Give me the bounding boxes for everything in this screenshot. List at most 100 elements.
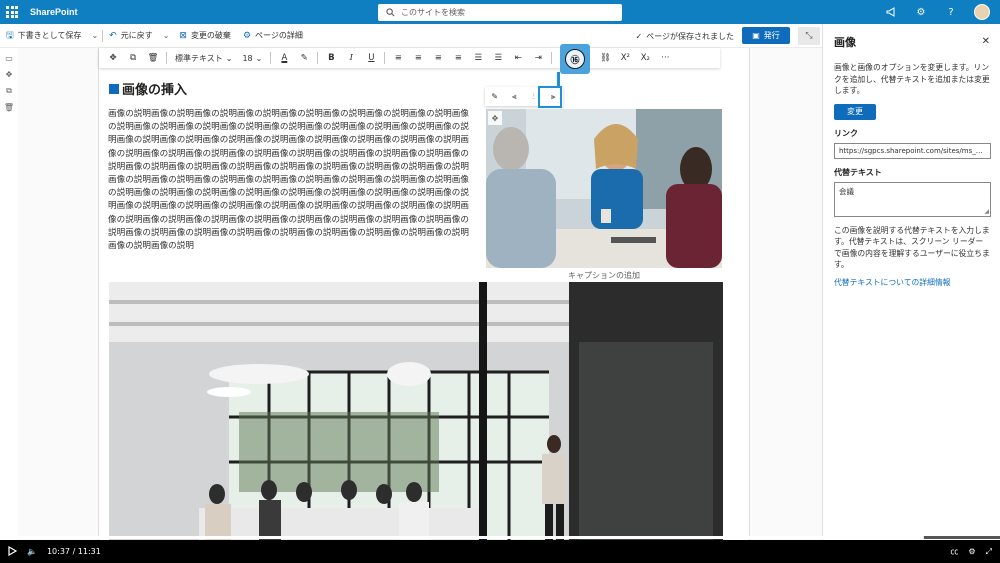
align-right-icon[interactable]: ≡ — [428, 48, 448, 68]
play-icon[interactable] — [8, 545, 18, 558]
chevron-down-icon: ⌄ — [255, 53, 263, 63]
resize-grip-icon[interactable]: ◢ — [984, 208, 989, 215]
highlight-color-icon[interactable]: ✎ — [294, 48, 314, 68]
pane-description: 画像と画像のオプションを変更します。リンクを追加し、代替テキストを追加または変更… — [834, 63, 990, 95]
font-size-dropdown[interactable]: 18 ⌄ — [237, 54, 267, 63]
video-progress-bar[interactable] — [0, 534, 1000, 541]
pane-title: 画像 — [834, 36, 856, 49]
section-heading[interactable]: 画像の挿入 — [109, 79, 187, 98]
image-caption[interactable]: キャプションの追加 — [486, 270, 722, 281]
numbered-list-icon[interactable]: ☰ — [488, 48, 508, 68]
collapse-icon[interactable]: ⤡ — [798, 27, 820, 45]
bullet-list-icon[interactable]: ☰ — [468, 48, 488, 68]
alt-text-help: この画像を説明する代替テキストを入力します。代替テキストは、スクリーン リーダー… — [834, 225, 990, 270]
unlink-icon[interactable]: ⛓ — [595, 48, 615, 68]
bold-icon[interactable]: B — [321, 48, 341, 68]
fullscreen-icon[interactable]: ⤢ — [986, 547, 992, 557]
video-time: 10:37 / 11:31 — [46, 547, 101, 556]
edit-pencil-icon[interactable]: ✎ — [487, 89, 503, 105]
superscript-icon[interactable]: X² — [615, 48, 635, 68]
divider — [270, 52, 272, 64]
align-left-icon[interactable]: ≡ — [388, 48, 408, 68]
chevron-down-icon: ⌄ — [225, 53, 233, 63]
decrease-indent-icon[interactable]: ⇤ — [508, 48, 528, 68]
meeting-photo[interactable] — [486, 109, 722, 268]
subscript-icon[interactable]: X₂ — [635, 48, 655, 68]
save-status-text: ページが保存されました — [646, 31, 734, 41]
callout-pointer — [557, 72, 560, 86]
heading-marker — [109, 83, 119, 94]
divider — [551, 52, 553, 64]
save-status: ✓ ページが保存されました — [635, 24, 734, 48]
publish-button[interactable]: ▣ 発行 — [742, 27, 790, 44]
step-number: ⑯ — [565, 49, 585, 69]
align-center-icon[interactable]: ≡ — [408, 48, 428, 68]
align-left-image-icon[interactable]: ⫷ — [506, 89, 522, 105]
megaphone-icon[interactable] — [884, 5, 898, 19]
app-launcher-icon[interactable] — [0, 0, 24, 24]
duplicate-icon[interactable]: ⧉ — [123, 48, 143, 68]
undo-icon: ↶ — [109, 30, 117, 41]
checkmark-icon: ✓ — [635, 31, 643, 41]
help-icon[interactable]: ? — [944, 5, 958, 19]
edit-section-icon[interactable]: ▭ — [5, 54, 13, 63]
duplicate-section-icon[interactable]: ⧉ — [6, 86, 12, 96]
save-dropdown-chevron-icon[interactable]: ⌄ — [87, 24, 102, 48]
close-icon[interactable]: ✕ — [982, 36, 990, 47]
font-size-value: 18 — [242, 53, 253, 63]
discard-label: 変更の破棄 — [190, 31, 231, 40]
search-icon — [386, 8, 395, 17]
delete-icon[interactable]: 🗑 — [143, 48, 163, 68]
heading-text: 画像の挿入 — [122, 83, 188, 98]
alt-text-value: 会議 — [839, 186, 854, 196]
settings-icon[interactable]: ⚙ — [968, 547, 975, 556]
more-options-icon[interactable]: ··· — [655, 48, 675, 68]
publish-label: 発行 — [763, 31, 780, 40]
save-icon: 🖫 — [6, 30, 14, 41]
search-input[interactable]: このサイトを検索 — [378, 4, 622, 21]
move-section-icon[interactable]: ✥ — [6, 70, 13, 79]
page-details-label: ページの詳細 — [255, 31, 303, 40]
gear-icon: ⚙ — [242, 30, 252, 41]
style-value: 標準テキスト — [175, 53, 223, 63]
link-field[interactable]: https://sgpcs.sharepoint.com/sites/ms_na… — [834, 142, 991, 159]
command-bar: 🖫 下書きとして保存 ⌄ ↶ 元に戻す ⌄ ⊠ 変更の破棄 ⚙ ページの詳細 ✓… — [0, 24, 822, 48]
divider — [166, 52, 167, 64]
section-toolbar: ▭ ✥ ⧉ 🗑 — [0, 48, 18, 540]
office-photo[interactable] — [109, 282, 723, 540]
format-toolbar: ✥ ⧉ 🗑 標準テキスト ⌄ 18 ⌄ A ✎ B I U ≡ ≡ ≡ ≡ ☰ ☰ … — [99, 48, 720, 68]
step-callout: ⑯ — [560, 44, 590, 74]
page-details-button[interactable]: ⚙ ページの詳細 — [237, 24, 309, 48]
italic-icon[interactable]: I — [341, 48, 361, 68]
save-draft-label: 下書きとして保存 — [17, 31, 82, 40]
video-controls: 🔈 10:37 / 11:31 ㏄ ⚙ ⤢ — [0, 540, 1000, 563]
avatar[interactable] — [974, 4, 990, 20]
increase-indent-icon[interactable]: ⇥ — [528, 48, 548, 68]
justify-icon[interactable]: ≡ — [448, 48, 468, 68]
alt-text-field[interactable]: 会議 ◢ — [834, 181, 991, 217]
undo-button[interactable]: ↶ 元に戻す — [103, 24, 159, 48]
underline-icon[interactable]: U — [361, 48, 381, 68]
app-title[interactable]: SharePoint — [30, 7, 78, 17]
font-color-icon[interactable]: A — [274, 48, 294, 68]
discard-icon: ⊠ — [179, 30, 187, 41]
move-image-icon[interactable]: ✥ — [488, 111, 502, 125]
divider — [384, 52, 386, 64]
volume-icon[interactable]: 🔈 — [27, 547, 37, 556]
link-label: リンク — [834, 128, 858, 138]
video-progress-fill — [0, 536, 920, 539]
captions-icon[interactable]: ㏄ — [950, 546, 958, 557]
discard-changes-button[interactable]: ⊠ 変更の破棄 — [173, 24, 237, 48]
alt-text-learn-more-link[interactable]: 代替テキストについての詳細情報 — [834, 277, 990, 288]
save-draft-button[interactable]: 🖫 下書きとして保存 — [0, 24, 87, 48]
suite-bar: SharePoint このサイトを検索 ⚙ ? — [0, 0, 1000, 24]
change-image-button[interactable]: 変更 — [834, 103, 876, 120]
publish-icon: ▣ — [752, 31, 760, 40]
body-paragraph[interactable]: 画像の説明画像の説明画像の説明画像の説明画像の説明画像の説明画像の説明画像の説明… — [108, 108, 474, 253]
alt-text-label: 代替テキスト — [834, 167, 882, 177]
delete-section-icon[interactable]: 🗑 — [4, 103, 14, 112]
gear-icon[interactable]: ⚙ — [914, 5, 928, 19]
undo-dropdown-chevron-icon[interactable]: ⌄ — [159, 24, 174, 48]
move-icon[interactable]: ✥ — [103, 48, 123, 68]
style-dropdown[interactable]: 標準テキスト ⌄ — [170, 53, 237, 64]
